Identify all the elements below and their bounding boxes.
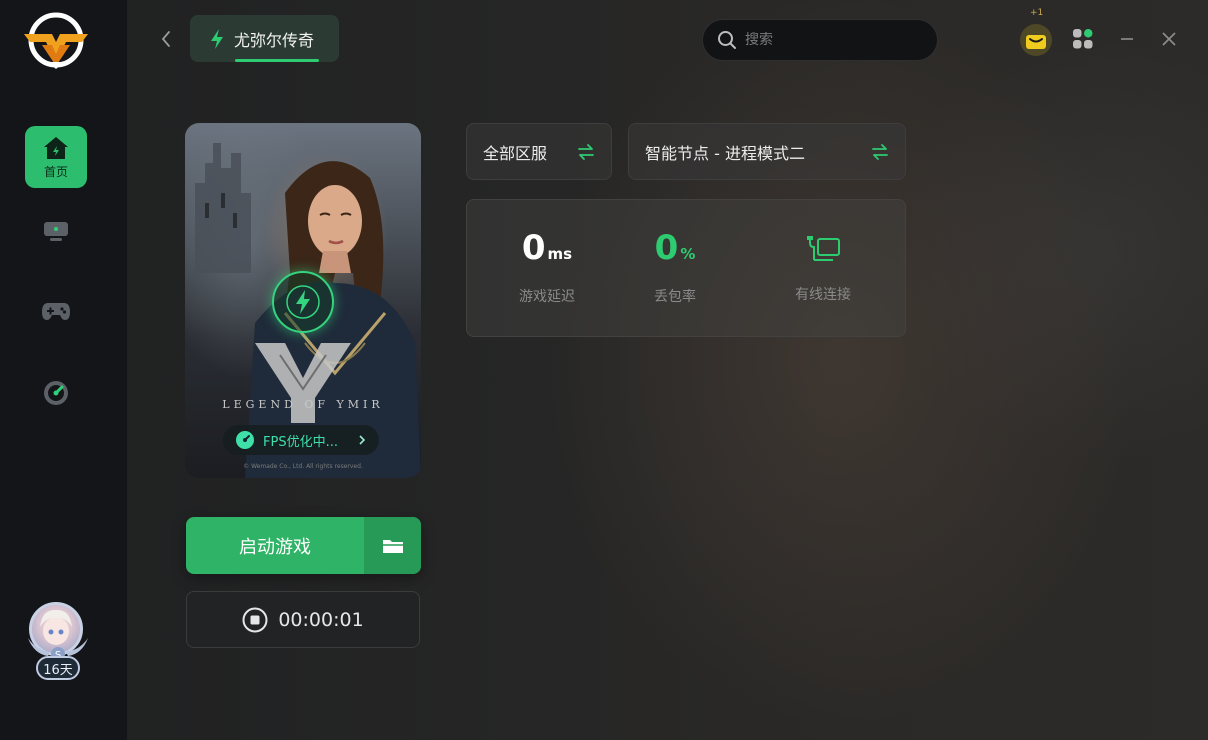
search-icon — [718, 31, 736, 49]
sidebar-item-speedtest[interactable] — [25, 362, 87, 424]
game-cover-card: LEGEND OF YMIR FPS优化中... © Wemade Co., L… — [185, 123, 421, 478]
lightning-icon — [286, 285, 320, 319]
home-icon — [44, 136, 68, 159]
sidebar-item-devices[interactable] — [25, 200, 87, 262]
tab-underline — [235, 59, 319, 62]
stop-icon — [242, 607, 268, 632]
fps-status-text: FPS优化中... — [263, 434, 338, 450]
gift-count: +1 — [1030, 8, 1044, 18]
packet-loss-value: 0 — [654, 228, 679, 268]
connection-label: 有线连接 — [795, 287, 851, 303]
packet-loss-label: 丢包率 — [654, 289, 696, 305]
gift-box-icon — [1020, 24, 1052, 56]
apps-button[interactable] — [1072, 28, 1094, 50]
folder-icon — [382, 539, 403, 553]
network-stats-panel: 0 ms 游戏延迟 0% 丢包率 有线连接 — [466, 199, 906, 337]
latency-unit: ms — [547, 245, 573, 263]
sidebar-item-label: 首页 — [43, 164, 68, 179]
wired-connection-icon — [807, 234, 841, 270]
timer-value: 00:00:01 — [278, 608, 364, 631]
latency-value: 0 — [521, 228, 546, 268]
search-bar[interactable] — [702, 19, 938, 61]
chevron-left-icon — [161, 31, 170, 47]
node-label: 智能节点 - 进程模式二 — [645, 143, 805, 163]
sidebar-item-home[interactable]: 首页 — [25, 126, 87, 188]
back-button[interactable] — [156, 26, 176, 52]
minimize-icon — [1121, 38, 1133, 40]
lightning-icon — [211, 28, 223, 49]
monitor-icon — [44, 222, 68, 241]
speedometer-icon — [236, 431, 254, 449]
close-icon — [1162, 32, 1176, 46]
gamepad-icon — [42, 303, 70, 320]
fps-optimization-pill[interactable]: FPS优化中... — [223, 425, 379, 455]
app-logo — [22, 12, 90, 70]
game-title: 尤弥尔传奇 — [234, 30, 315, 50]
swap-icon — [578, 144, 594, 160]
node-selector[interactable]: 智能节点 - 进程模式二 — [628, 123, 906, 180]
member-days-badge: 16天 — [36, 656, 80, 680]
sidebar: 首页 S 16天 — [0, 0, 127, 740]
cover-copyright: © Wemade Co., Ltd. All rights reserved. — [243, 463, 363, 470]
minimize-button[interactable] — [1116, 28, 1138, 50]
chevron-right-icon — [359, 435, 366, 445]
game-logo-text: LEGEND OF YMIR — [222, 398, 384, 411]
latency-label: 游戏延迟 — [519, 289, 575, 305]
tab-current-game[interactable]: 尤弥尔传奇 — [190, 15, 339, 62]
swap-icon — [872, 144, 888, 160]
app-window: 首页 S 16天 尤弥尔传奇 搜索 +1 LEGEND OF YMIR FPS优… — [0, 0, 1208, 740]
launch-game-button[interactable]: 启动游戏 — [186, 517, 364, 574]
speedometer-icon — [44, 381, 68, 405]
close-button[interactable] — [1158, 28, 1180, 50]
user-avatar[interactable]: S 16天 — [26, 600, 90, 684]
search-input[interactable] — [745, 32, 915, 48]
region-selector[interactable]: 全部区服 — [466, 123, 612, 180]
open-folder-button[interactable] — [364, 517, 421, 574]
session-timer[interactable]: 00:00:01 — [186, 591, 420, 648]
sidebar-item-games[interactable] — [25, 280, 87, 342]
packet-loss-unit: % — [680, 245, 696, 263]
grid-icon — [1073, 29, 1093, 49]
launch-game-group: 启动游戏 — [186, 517, 421, 574]
gift-box-button[interactable] — [1018, 22, 1054, 58]
boost-status-badge — [272, 271, 334, 333]
region-label: 全部区服 — [483, 143, 548, 163]
